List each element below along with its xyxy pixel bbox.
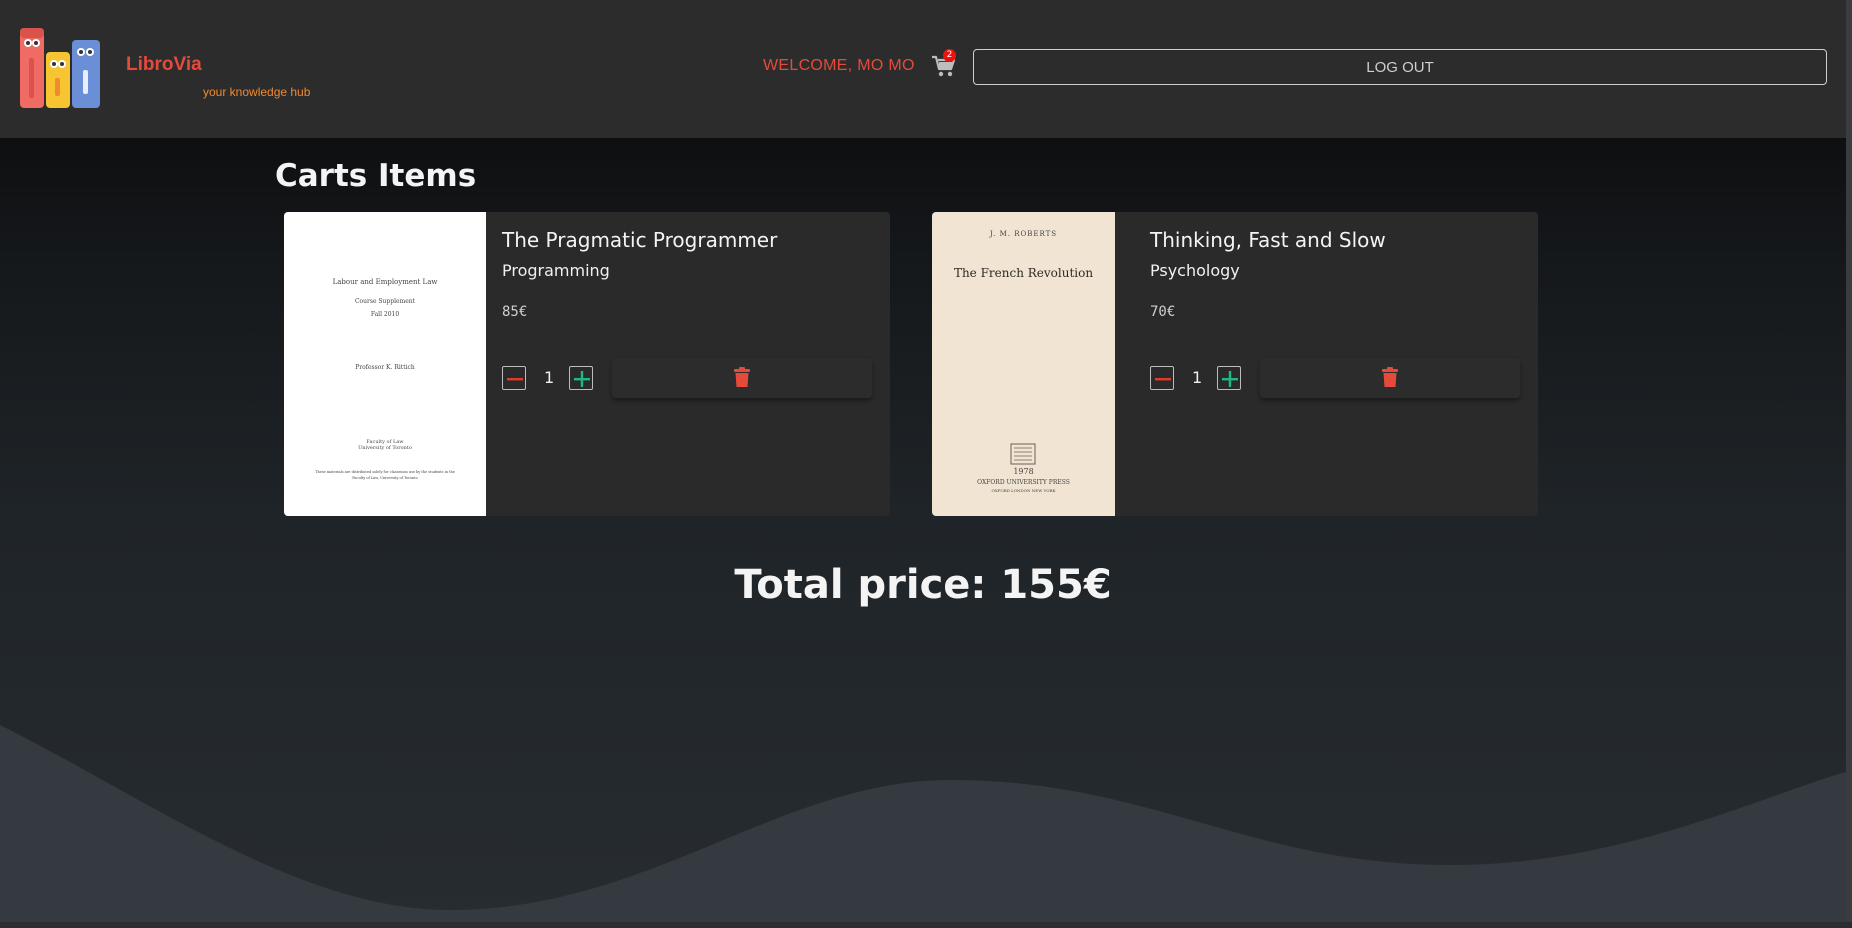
cart-item-card: J. M. ROBERTS The French Revolution 1978… — [932, 212, 1538, 516]
trash-icon — [734, 366, 750, 387]
quantity-value: 1 — [1192, 368, 1203, 387]
book-category: Programming — [502, 261, 610, 280]
book-title: Thinking, Fast and Slow — [1150, 228, 1386, 252]
cover-text: Course Supplement — [354, 298, 416, 305]
logout-button[interactable]: LOG OUT — [973, 49, 1827, 85]
cover-text: Labour and Employment Law — [332, 278, 438, 286]
remove-item-button[interactable] — [1260, 358, 1520, 398]
book-title: The Pragmatic Programmer — [502, 228, 778, 252]
remove-item-button[interactable] — [612, 358, 872, 398]
total-price: Total price: 155€ — [734, 562, 1112, 608]
cart-item-card: Labour and Employment Law Course Supplem… — [284, 212, 890, 516]
cart-count-badge: 2 — [943, 49, 956, 62]
cover-text: Fall 2010 — [370, 311, 400, 318]
publisher-crest-icon — [1010, 443, 1036, 465]
book-cover-image: Labour and Employment Law Course Supplem… — [284, 212, 486, 516]
minus-icon — [507, 378, 523, 381]
decrease-quantity-button[interactable] — [1150, 366, 1174, 390]
brand-tagline: your knowledge hub — [203, 85, 311, 99]
cover-text: Faculty of Law, University of Toronto — [352, 476, 418, 480]
cover-text: The French Revolution — [953, 266, 1094, 280]
quantity-controls: 1 — [502, 354, 872, 398]
brand-name[interactable]: LibroVia — [126, 54, 202, 76]
decrease-quantity-button[interactable] — [502, 366, 526, 390]
plus-icon — [1222, 371, 1238, 387]
quantity-value: 1 — [544, 368, 555, 387]
quantity-controls: 1 — [1150, 354, 1520, 398]
welcome-message: WELCOME, MO MO — [763, 57, 915, 74]
cover-text: University of Toronto — [358, 445, 412, 451]
trash-icon — [1382, 366, 1398, 387]
cover-text: OXFORD LONDON NEW YORK — [991, 488, 1056, 493]
cover-text: Professor K. Rittich — [355, 364, 415, 371]
increase-quantity-button[interactable] — [1217, 366, 1241, 390]
book-category: Psychology — [1150, 261, 1240, 280]
book-price: 70€ — [1150, 304, 1176, 320]
window-scrollbar[interactable] — [1846, 0, 1852, 928]
background-wave — [0, 725, 1852, 928]
page-title: Carts Items — [275, 158, 477, 194]
cover-text: OXFORD UNIVERSITY PRESS — [977, 479, 1070, 486]
cover-text: J. M. ROBERTS — [989, 230, 1058, 238]
window-bottom-edge — [0, 922, 1852, 928]
top-header: LibroVia your knowledge hub WELCOME, MO … — [0, 0, 1846, 138]
cover-text: 1978 — [1013, 467, 1034, 476]
minus-icon — [1155, 378, 1171, 381]
librovia-logo[interactable] — [18, 26, 106, 110]
increase-quantity-button[interactable] — [569, 366, 593, 390]
book-price: 85€ — [502, 304, 528, 320]
book-cover-image: J. M. ROBERTS The French Revolution 1978… — [932, 212, 1115, 516]
plus-icon — [574, 371, 590, 387]
cover-text: These materials are distributed solely f… — [315, 470, 455, 474]
